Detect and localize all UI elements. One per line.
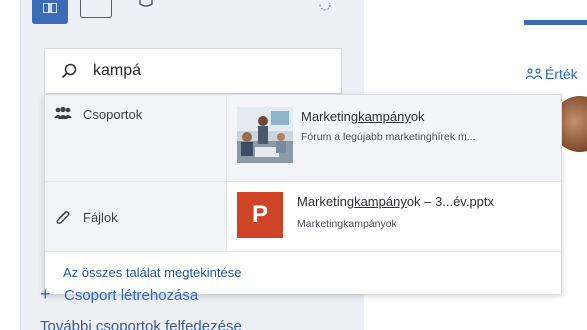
discover-groups-label: További csoportok felfedezése: [40, 318, 242, 330]
title-suffix: ok – 3...év.pptx: [406, 194, 495, 209]
paperclip-icon: [56, 211, 70, 224]
powerpoint-letter: P: [251, 201, 268, 228]
home-nav-button[interactable]: [32, 0, 68, 24]
result-subtitle: Fórum a legújabb marketinghírek m...: [301, 131, 476, 143]
gear-icon[interactable]: [318, 3, 332, 13]
top-nav: [28, 0, 358, 28]
title-prefix: Marketing: [301, 109, 359, 124]
category-label: Fájlok: [83, 210, 118, 225]
search-results-dropdown: Csoportok Marketingkampányok Fórum a leg…: [44, 94, 562, 294]
right-panel-link-text: Érték: [545, 66, 578, 82]
see-all-results-link[interactable]: Az összes találat megtekintése: [63, 265, 241, 280]
plus-icon: +: [40, 284, 51, 304]
search-input[interactable]: [93, 60, 323, 82]
category-files: Fájlok: [45, 182, 227, 252]
notifications-nav-button[interactable]: [128, 0, 164, 24]
result-subtitle: Marketingkampányok: [297, 218, 397, 230]
search-icon: [61, 63, 77, 79]
category-label: Csoportok: [83, 107, 143, 122]
category-groups: Csoportok: [45, 95, 227, 181]
create-group-link[interactable]: + Csoport létrehozása: [40, 284, 198, 305]
right-panel-link[interactable]: Érték: [526, 66, 578, 82]
result-item-file[interactable]: P Marketingkampányok – 3...év.pptx Marke…: [227, 182, 561, 252]
header-accent-bar: [524, 20, 587, 25]
groups-icon: [54, 107, 72, 119]
powerpoint-icon: P: [237, 192, 283, 238]
result-title: Marketingkampányok: [301, 109, 425, 124]
results-row-groups: Csoportok Marketingkampányok Fórum a leg…: [45, 95, 561, 181]
bell-icon: [139, 0, 153, 7]
discover-groups-link[interactable]: További csoportok felfedezése: [40, 318, 242, 330]
search-box: [44, 48, 342, 94]
app-window: Érték Csoportok: [0, 0, 587, 330]
title-suffix: ok: [410, 109, 425, 124]
title-match: kampány: [358, 109, 411, 124]
result-title: Marketingkampányok – 3...év.pptx: [297, 194, 494, 209]
grid-icon: [43, 3, 57, 13]
results-row-files: Fájlok P Marketingkampányok – 3...év.ppt…: [45, 181, 561, 252]
result-item-group[interactable]: Marketingkampányok Fórum a legújabb mark…: [227, 95, 561, 181]
people-icon: [526, 68, 542, 80]
group-thumbnail: [237, 107, 293, 163]
title-prefix: Marketing: [297, 194, 355, 209]
inbox-nav-button[interactable]: [80, 0, 112, 18]
create-group-label: Csoport létrehozása: [64, 287, 199, 304]
title-match: kampány: [354, 194, 407, 209]
